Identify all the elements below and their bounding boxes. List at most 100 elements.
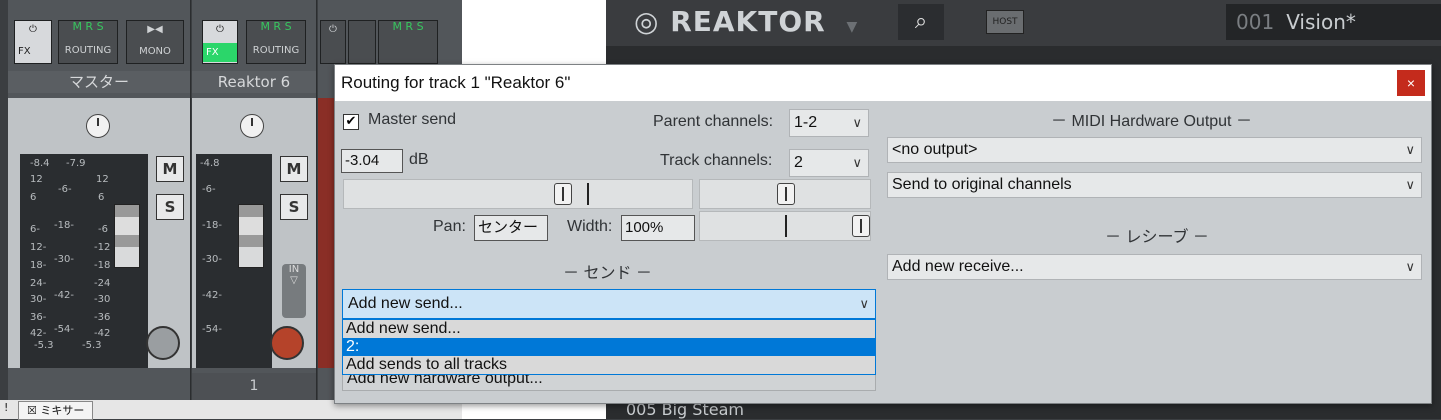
meter-scale: -6- [58,184,72,195]
master-fader[interactable] [114,204,140,268]
settings-gear-icon[interactable] [146,326,180,360]
meter-scale: -54- [54,324,74,335]
master-track-name: マスター [8,71,190,93]
reaktor-mute-button[interactable]: M [280,156,308,182]
reaktor-pan-knob[interactable] [240,114,264,138]
master-mute-button[interactable]: M [156,156,184,182]
master-pan-knob[interactable] [86,114,110,138]
master-solo-button[interactable]: S [156,194,184,220]
pan-label: Pan: [433,218,466,235]
dialog-title: Routing for track 1 "Reaktor 6" [341,73,571,92]
mixer-tab-label: ミキサー [40,404,85,417]
meter-scale: -6- [202,184,216,195]
meter-scale: -42 [94,328,111,339]
pan-input[interactable]: センター [474,215,548,241]
meter-peak-left: -8.4 [30,158,50,169]
mixer-tab[interactable]: ☒ ミキサー [18,401,94,420]
meter-scale: 18- [30,260,47,271]
logo-menu-arrow-icon[interactable]: ▼ [846,19,858,35]
meter-scale: -54- [202,324,222,335]
third-fx-button[interactable]: ⏻ [320,20,346,64]
meter-scale: -24 [94,278,111,289]
third-routing-button[interactable]: M R S [378,20,438,64]
mrs-indicator: M R S [260,20,292,33]
volume-unit: dB [409,151,429,168]
reaktor-header: ◎ REAKTOR ▼ ⌕ HOST 001 Vision* [606,0,1441,46]
send-dropdown-list: Add new send... 2: Add sends to all trac… [342,319,876,375]
reaktor-fx-button[interactable]: ⏻ FX [202,20,238,64]
width-input[interactable]: 100% [621,215,695,241]
meter-scale: -5.3 [82,340,102,351]
chevron-down-icon: ∨ [1405,177,1415,192]
pan-slider[interactable] [699,179,871,209]
fx-label: FX [203,43,237,62]
meter-scale: -42- [202,290,222,301]
midi-channel-select[interactable]: Send to original channels ∨ [887,172,1422,198]
input-arrow-icon: ▽ [290,275,298,286]
midi-output-select[interactable]: <no output> ∨ [887,137,1422,163]
chevron-down-icon: ∨ [852,115,862,130]
width-slider[interactable] [699,211,871,241]
dropdown-item-add-new-send[interactable]: Add new send... [343,320,875,338]
volume-slider[interactable] [343,179,693,209]
mono-button[interactable]: ▶◀ MONO [126,20,184,64]
meter-peak: -4.8 [200,158,220,169]
add-receive-select[interactable]: Add new receive... ∨ [887,254,1422,280]
chevron-down-icon: ∨ [852,155,862,170]
routing-label: ROUTING [64,45,112,56]
routing-dialog: Routing for track 1 "Reaktor 6" × ✔ Mast… [334,64,1432,404]
close-button[interactable]: × [1397,70,1425,96]
meter-scale: 6 [98,192,105,203]
track-number: 1 [192,373,316,400]
third-fx2-button[interactable] [348,20,376,64]
track-channels-label: Track channels: [660,152,773,169]
width-slider-thumb[interactable] [852,215,870,237]
routing-label: ROUTING [252,45,300,56]
mono-label: MONO [139,46,171,57]
mrs-indicator: M R S [72,20,104,33]
track-channels-select[interactable]: 2 ∨ [789,149,869,177]
meter-scale: -6 [98,224,108,235]
parent-channels-select[interactable]: 1-2 ∨ [789,109,869,137]
dropdown-item-track-2[interactable]: 2: [343,338,875,356]
reaktor-routing-button[interactable]: M R S ROUTING [246,20,306,64]
add-send-select[interactable]: Add new send... ∨ [342,289,876,319]
record-arm-icon[interactable] [270,326,304,360]
preset-display[interactable]: 001 Vision* [1226,4,1441,40]
master-fx-button[interactable]: ⏻ FX [14,20,52,64]
reaktor-track-name: Reaktor 6 [192,71,316,93]
volume-slider-thumb[interactable] [554,183,572,205]
meter-scale: -5.3 [34,340,54,351]
host-button[interactable]: HOST [986,10,1024,34]
mrs-indicator: M R S [392,20,424,33]
meter-scale: -18- [202,220,222,231]
power-icon: ⏻ [29,24,37,35]
volume-input[interactable]: -3.04 [341,149,403,173]
meter-scale: 12 [30,174,43,185]
search-icon[interactable]: ⌕ [898,4,944,40]
pan-slider-thumb[interactable] [777,183,795,205]
master-send-checkbox[interactable]: ✔ [343,114,359,130]
meter-scale: 24- [30,278,47,289]
master-strip: ⏻ FX M R S ROUTING ▶◀ MONO マスター -8.4 -7.… [8,0,191,400]
add-send-value: Add new send... [348,295,463,312]
reaktor-logo: ◎ REAKTOR ▼ [634,5,858,38]
input-monitor-button[interactable]: IN ▽ [282,264,306,318]
meter-scale: -36 [94,312,111,323]
meter-scale: -18- [54,220,74,231]
preset-number: 001 [1236,10,1275,34]
master-meter: -8.4 -7.9 12 -6- 12 6 6 6- -18- -6 12- -… [20,154,148,368]
track-channels-value: 2 [794,154,803,171]
reaktor-solo-button[interactable]: S [280,194,308,220]
reaktor-fader[interactable] [238,204,264,268]
dropdown-item-add-sends-all[interactable]: Add sends to all tracks [343,356,875,374]
meter-scale: -30- [54,254,74,265]
dialog-titlebar[interactable]: Routing for track 1 "Reaktor 6" × [335,65,1431,101]
master-routing-button[interactable]: M R S ROUTING [58,20,118,64]
chevron-down-icon: ∨ [1405,259,1415,274]
midi-hw-header: － MIDI Hardware Output － [1051,113,1252,130]
power-icon: ⏻ [216,24,224,35]
master-send-label: Master send [368,111,457,128]
in-label: IN [288,264,300,275]
close-icon[interactable]: ☒ [27,404,40,417]
